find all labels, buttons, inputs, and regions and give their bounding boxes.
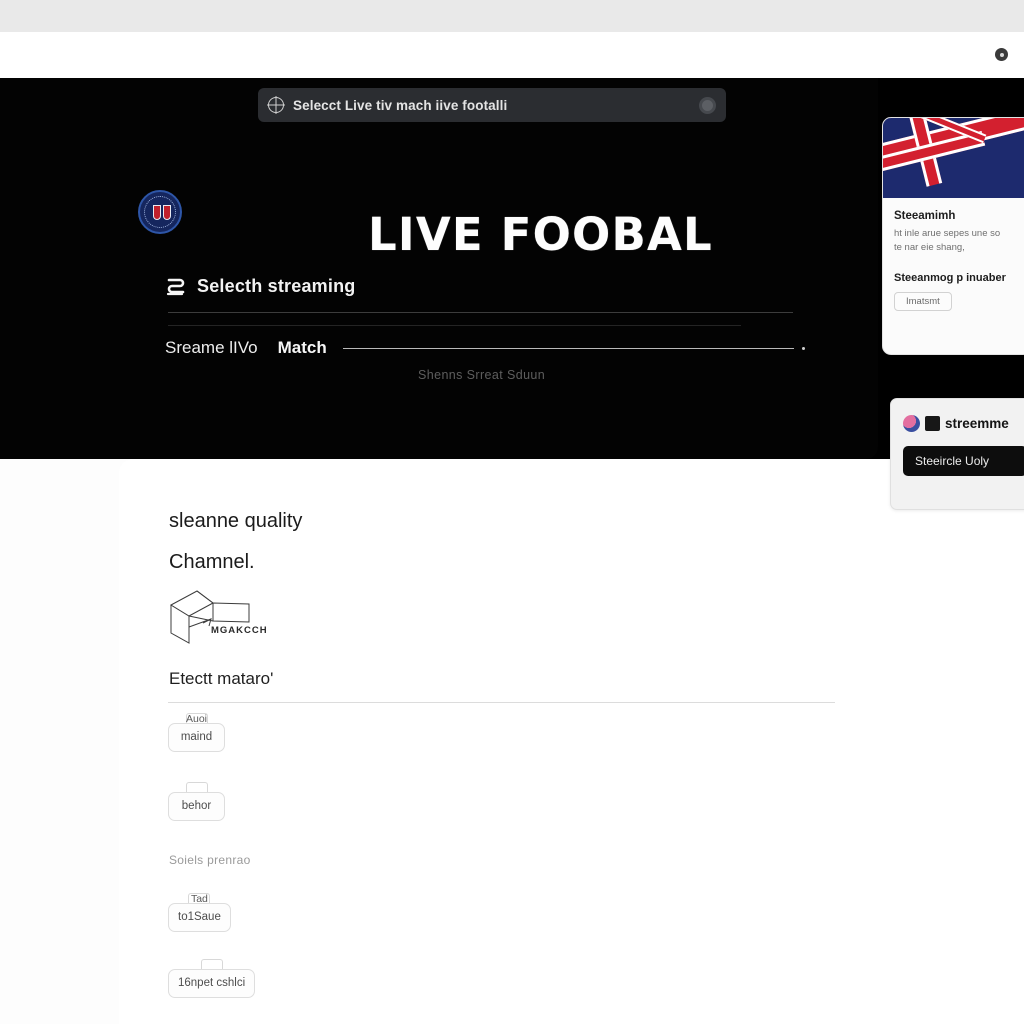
- streaming-info-button[interactable]: Imatsmt: [894, 291, 952, 311]
- content-heading-1: sleanne quality: [169, 510, 303, 532]
- content-section-label: Etectt mataro': [169, 669, 274, 688]
- user-avatar-icon: [903, 415, 920, 432]
- sketch-label: MGAKCCH: [211, 625, 268, 636]
- hero-divider-1: [168, 312, 793, 313]
- square-badge-icon: [925, 416, 940, 431]
- globe-icon: [268, 97, 284, 113]
- browser-titlebar: [0, 0, 1024, 32]
- option-chip-3-label: to1Saue: [178, 911, 221, 923]
- chip-stem: [200, 959, 223, 969]
- content-card: sleanne quality Chamnel. MGAKCCH Etectt …: [119, 459, 1024, 1024]
- option-chip-3[interactable]: Tad to1Saue: [168, 893, 231, 932]
- option-chip-4[interactable]: 16npet cshlci: [168, 959, 256, 998]
- streamer-name: streemme: [945, 416, 1009, 431]
- content-note: Soiels prenrao: [169, 853, 251, 867]
- option-chip-3-top: Tad: [190, 893, 208, 905]
- end-dot-icon: [802, 346, 805, 350]
- streaming-info-line-2: te nar eie shang,: [894, 242, 965, 254]
- option-chip-1-top: Auoi: [185, 713, 208, 725]
- select-streaming-label: Selecth streaming: [197, 276, 356, 296]
- streamer-action-bar[interactable]: Steeircle Uoly: [903, 446, 1024, 476]
- stream-icon: [165, 276, 186, 297]
- match-label: Match: [277, 338, 327, 357]
- option-chip-1[interactable]: Auoi maind: [168, 713, 225, 752]
- app-root: Selecct Live tiv mach iive footalli LIVE…: [0, 0, 1024, 1024]
- browser-toolbar: [0, 32, 1024, 78]
- search-input[interactable]: Selecct Live tiv mach iive footalli: [293, 98, 690, 113]
- union-jack-flag: [883, 118, 1024, 198]
- option-chip-4-label: 16npet cshlci: [178, 977, 246, 989]
- content-heading-2: Chamnel.: [169, 551, 255, 573]
- hero-divider-2: [168, 325, 741, 326]
- streaming-info-card[interactable]: Steeamimh ht inle arue sepes une so te n…: [882, 117, 1024, 355]
- hero-panel: [0, 78, 878, 459]
- record-button-icon[interactable]: [699, 96, 716, 114]
- hero-subnote: Shenns Srreat Sduun: [418, 368, 546, 382]
- search-bar[interactable]: Selecct Live tiv mach iive footalli: [258, 88, 726, 122]
- crest-shield-left: [153, 205, 161, 220]
- match-row[interactable]: Sreame lIVo Match: [165, 338, 805, 358]
- diagram-sketch-icon: [167, 589, 287, 647]
- select-streaming-row[interactable]: Selecth streaming: [165, 276, 355, 297]
- match-rule: [342, 347, 794, 349]
- option-chip-2[interactable]: behor: [168, 782, 225, 821]
- stream-name-label: Sreame lIVo: [165, 338, 258, 357]
- circle-indicator-icon[interactable]: [995, 48, 1008, 61]
- football-crest-icon: [138, 190, 182, 234]
- content-divider: [168, 702, 835, 703]
- crest-shield-right: [163, 205, 171, 220]
- streaming-info-title: Steeamimh: [894, 210, 956, 222]
- option-chip-1-label: maind: [180, 731, 213, 743]
- streamer-card[interactable]: streemme Steeircle Uoly: [890, 398, 1024, 510]
- streaming-info-line-1: ht inle arue sepes une so: [894, 228, 1001, 239]
- streaming-info-subtitle: Steeanmog p inuaber: [894, 271, 1006, 284]
- streaming-info-body: Steeamimh ht inle arue sepes une so te n…: [883, 198, 1024, 321]
- streamer-card-header: streemme: [903, 415, 1024, 432]
- chip-stem: [185, 782, 208, 792]
- option-chip-2-label: behor: [181, 800, 212, 812]
- page-title: LIVE FOOBAL: [368, 208, 713, 261]
